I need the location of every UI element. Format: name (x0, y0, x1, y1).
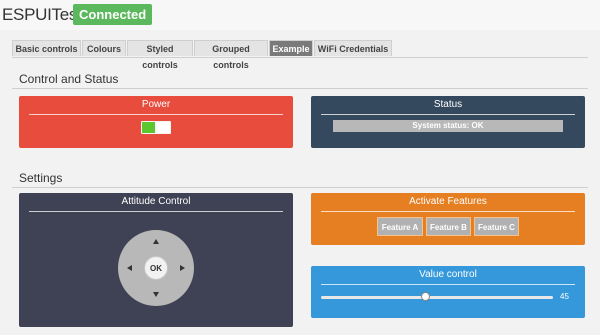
value-readout: 45 (560, 292, 569, 301)
status-panel: Status System status: OK (311, 96, 585, 148)
connection-status-badge: Connected (73, 4, 153, 25)
tab-wifi-credentials[interactable]: WiFi Credentials (314, 40, 392, 56)
tab-styled-controls[interactable]: Styled controls (127, 40, 193, 70)
section-divider (12, 187, 588, 188)
activate-features-panel: Activate Features Feature A Feature B Fe… (311, 193, 585, 245)
dpad-ok-label: OK (150, 264, 162, 273)
app-header: ESPUITest Connected (0, 0, 600, 30)
feature-c-button[interactable]: Feature C (474, 217, 519, 236)
toggle-on-fill (142, 122, 155, 133)
tab-grouped-controls[interactable]: Grouped controls (194, 40, 268, 70)
power-title: Power (141, 99, 171, 110)
value-slider-track[interactable] (321, 296, 553, 299)
power-toggle[interactable] (141, 121, 171, 134)
section-title-settings: Settings (19, 171, 63, 185)
toggle-knob (156, 122, 170, 133)
feature-b-button[interactable]: Feature B (426, 217, 471, 236)
dpad: OK (118, 230, 194, 306)
panel-divider (321, 211, 575, 212)
attitude-control-panel: Attitude Control OK (19, 193, 293, 327)
section-divider (12, 88, 588, 89)
status-title: Status (433, 99, 463, 110)
section-title-control-status: Control and Status (19, 72, 119, 86)
feature-a-button[interactable]: Feature A (377, 217, 423, 236)
panel-divider (321, 114, 575, 115)
panel-divider (321, 284, 575, 285)
app-title: ESPUITest (2, 5, 82, 24)
tab-example[interactable]: Example (269, 40, 313, 56)
power-panel: Power (19, 96, 293, 148)
value-control-title: Value control (419, 269, 477, 280)
features-title: Activate Features (409, 196, 487, 207)
tab-bar: Basic controls Colours Styled controls G… (12, 40, 588, 70)
value-slider-thumb[interactable] (420, 292, 430, 301)
tab-basic-controls[interactable]: Basic controls (12, 40, 81, 56)
panel-divider (29, 114, 283, 115)
value-control-panel: Value control 45 (311, 266, 585, 318)
tab-colours[interactable]: Colours (82, 40, 126, 56)
status-text: System status: OK (333, 120, 563, 132)
